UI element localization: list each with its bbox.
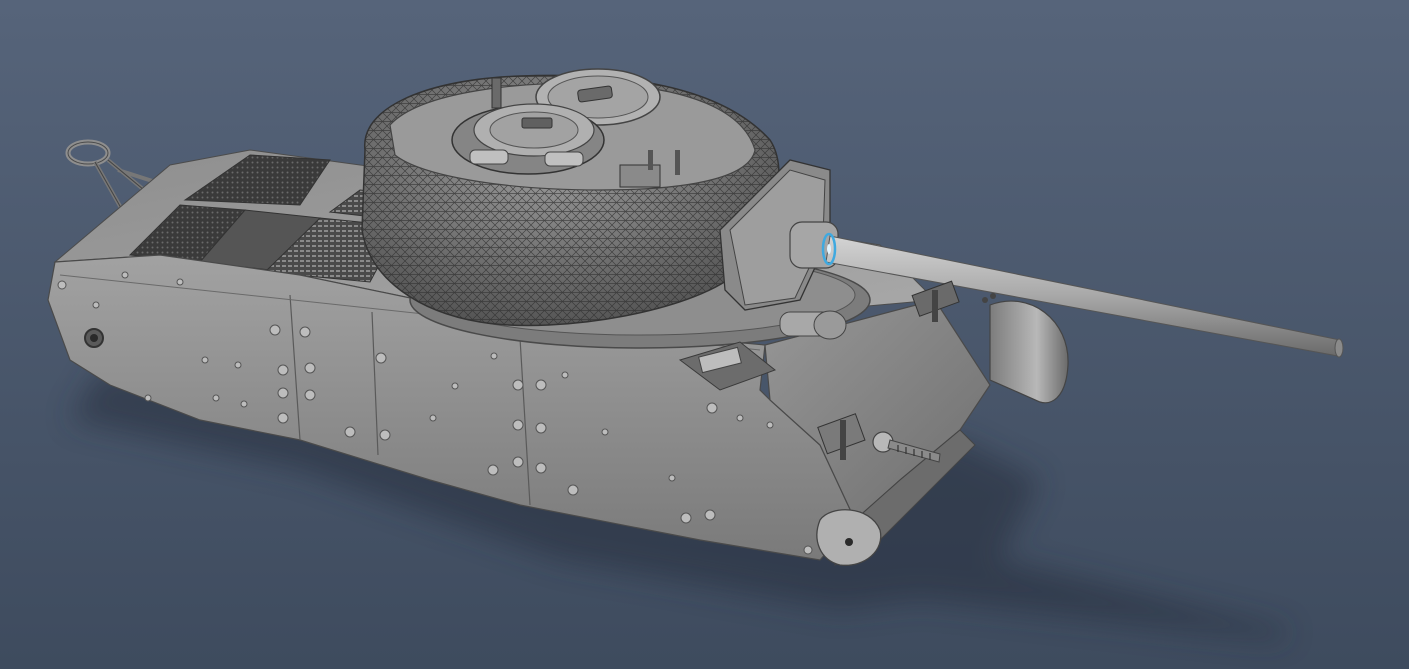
antenna-base-icon <box>491 77 502 109</box>
turret-icon[interactable] <box>361 68 780 327</box>
periscope-icon <box>779 310 847 340</box>
tow-shackle-icon <box>816 509 882 566</box>
model-canvas[interactable] <box>0 0 1409 669</box>
3d-viewport[interactable] <box>0 0 1409 669</box>
